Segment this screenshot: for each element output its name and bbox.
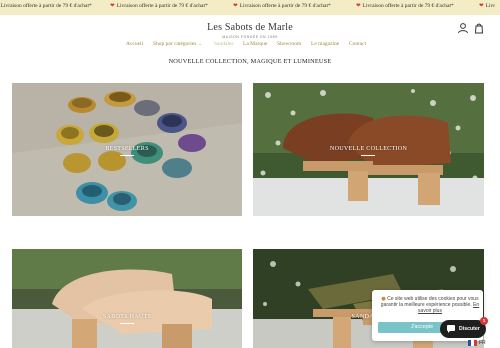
heart-icon: ❤ [479, 3, 484, 9]
collection-tile-nouvelle[interactable]: NOUVELLE COLLECTION [253, 83, 484, 216]
announcement-item: ❤Livraison offerte à partir de 79 € d'ac… [356, 3, 454, 9]
announcement-text: Livraison offerte à partir de 79 € d'ach… [0, 3, 92, 9]
heart-icon: ❤ [356, 3, 361, 9]
heart-icon: ❤ [233, 3, 238, 9]
cookie-text: Ce site web utilise des cookies pour vou… [380, 296, 479, 309]
nav-item-accueil[interactable]: Accueil [126, 41, 143, 47]
tile-label: BESTSELLERS [105, 145, 149, 152]
nav-item-magazine[interactable]: Le magazine [311, 41, 339, 47]
language-code[interactable]: FR [479, 340, 486, 346]
announcement-item: ❤Livraison offerte à partir de 79 € d'ac… [233, 3, 331, 9]
logo-title[interactable]: Les Sabots de Marle [0, 22, 500, 33]
nav-item-label: Shop par catégories [153, 41, 197, 47]
announcement-text: Livr [485, 3, 496, 9]
announcement-item: ❤ Livr [479, 3, 495, 9]
announcement-text: Livraison offerte à partir de 79 € d'ach… [362, 3, 454, 9]
heart-icon: ❤ [110, 3, 115, 9]
sabots-hauts-image [12, 249, 242, 348]
cart-icon[interactable] [473, 22, 485, 34]
announcement-text: Livraison offerte à partir de 79 € d'ach… [239, 3, 331, 9]
announcement-text: Livraison offerte à partir de 79 € d'ach… [116, 3, 208, 9]
section-title: NOUVELLE COLLECTION, MAGIQUE ET LUMINEUS… [168, 58, 332, 65]
tile-underline [120, 323, 134, 324]
cookie-icon: ● [381, 296, 386, 302]
logo-subtitle: MAISON FONDÉE EN 1989 [222, 35, 278, 39]
tile-underline [361, 155, 375, 156]
announcement-bar: ❤Livraison offerte à partir de 79 € d'ac… [0, 0, 500, 15]
nav-item-marque[interactable]: La Marque [243, 41, 267, 47]
nav-item-shop[interactable]: Shop par catégories ⌄ [153, 41, 202, 47]
tile-label: SABOTS HAUTS [102, 313, 152, 320]
collection-tile-sabots-hauts[interactable]: SABOTS HAUTS [12, 249, 242, 348]
nav-item-sandales[interactable]: Sandales [214, 41, 234, 47]
chat-label: Discuter [459, 326, 480, 332]
account-icon[interactable] [457, 22, 469, 34]
tile-label: NOUVELLE COLLECTION [329, 145, 408, 152]
french-flag-icon[interactable] [468, 340, 477, 346]
chat-button[interactable]: Discuter 1 [440, 317, 488, 338]
chevron-down-icon: ⌄ [198, 41, 202, 46]
chat-badge: 1 [480, 317, 488, 325]
announcement-item: ❤Livraison offerte à partir de 79 € d'ac… [0, 3, 92, 9]
chat-icon [447, 325, 455, 333]
collection-tile-bestsellers[interactable]: BESTSELLERS [12, 83, 242, 216]
cookie-message: ● Ce site web utilise des cookies pour v… [379, 296, 481, 314]
nav-item-showroom[interactable]: Showroom [277, 41, 301, 47]
nav-item-contact[interactable]: Contact [349, 41, 366, 47]
main-nav: Accueil Shop par catégories ⌄ Sandales La… [0, 41, 500, 51]
tile-underline [120, 155, 134, 156]
announcement-item: ❤Livraison offerte à partir de 79 € d'ac… [110, 3, 208, 9]
